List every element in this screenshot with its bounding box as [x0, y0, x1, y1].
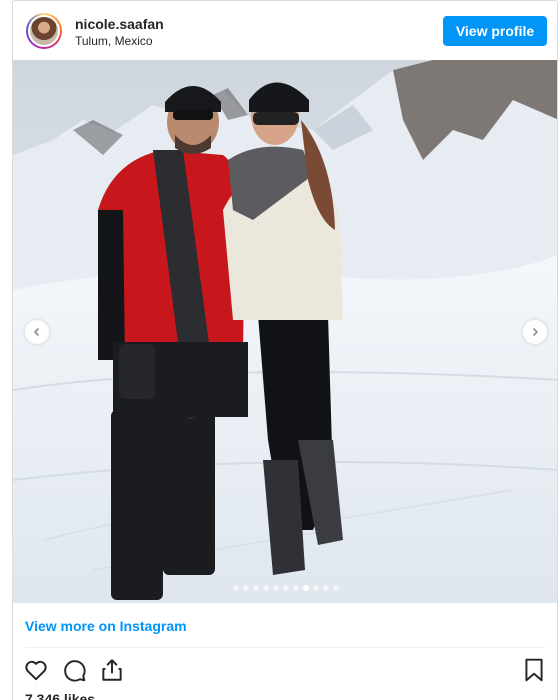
view-profile-button[interactable]: View profile [443, 16, 547, 46]
instagram-embed-card: nicole.saafan Tulum, Mexico View profile [12, 0, 558, 700]
bookmark-icon [525, 658, 543, 682]
heart-icon [25, 660, 47, 681]
share-button[interactable] [99, 657, 127, 685]
likes-count[interactable]: 7,346 likes [25, 691, 95, 700]
carousel-prev-button[interactable] [25, 320, 49, 344]
carousel-dot [313, 585, 319, 591]
comment-icon [64, 660, 86, 682]
carousel-dot [253, 585, 259, 591]
username[interactable]: nicole.saafan [75, 16, 164, 32]
bookmark-button[interactable] [521, 657, 549, 685]
carousel-dot [333, 585, 339, 591]
carousel-next-button[interactable] [523, 320, 547, 344]
divider [25, 647, 545, 648]
avatar[interactable] [26, 13, 62, 49]
action-bar [23, 657, 549, 685]
carousel-dot [263, 585, 269, 591]
chevron-left-icon [33, 327, 40, 337]
share-icon [102, 659, 122, 681]
carousel-dot [323, 585, 329, 591]
carousel-indicator [13, 585, 557, 591]
carousel-dot [303, 585, 309, 591]
carousel-dot [233, 585, 239, 591]
avatar-image [28, 15, 60, 47]
carousel-dot [273, 585, 279, 591]
location[interactable]: Tulum, Mexico [75, 34, 153, 48]
carousel-dot [243, 585, 249, 591]
post-photo[interactable] [13, 60, 557, 603]
post-header: nicole.saafan Tulum, Mexico View profile [13, 1, 557, 61]
photo-illustration [13, 60, 557, 603]
carousel-dot [293, 585, 299, 591]
like-button[interactable] [23, 657, 51, 685]
comment-button[interactable] [61, 657, 89, 685]
view-more-link[interactable]: View more on Instagram [25, 618, 187, 634]
chevron-right-icon [532, 327, 539, 337]
carousel-dot [283, 585, 289, 591]
